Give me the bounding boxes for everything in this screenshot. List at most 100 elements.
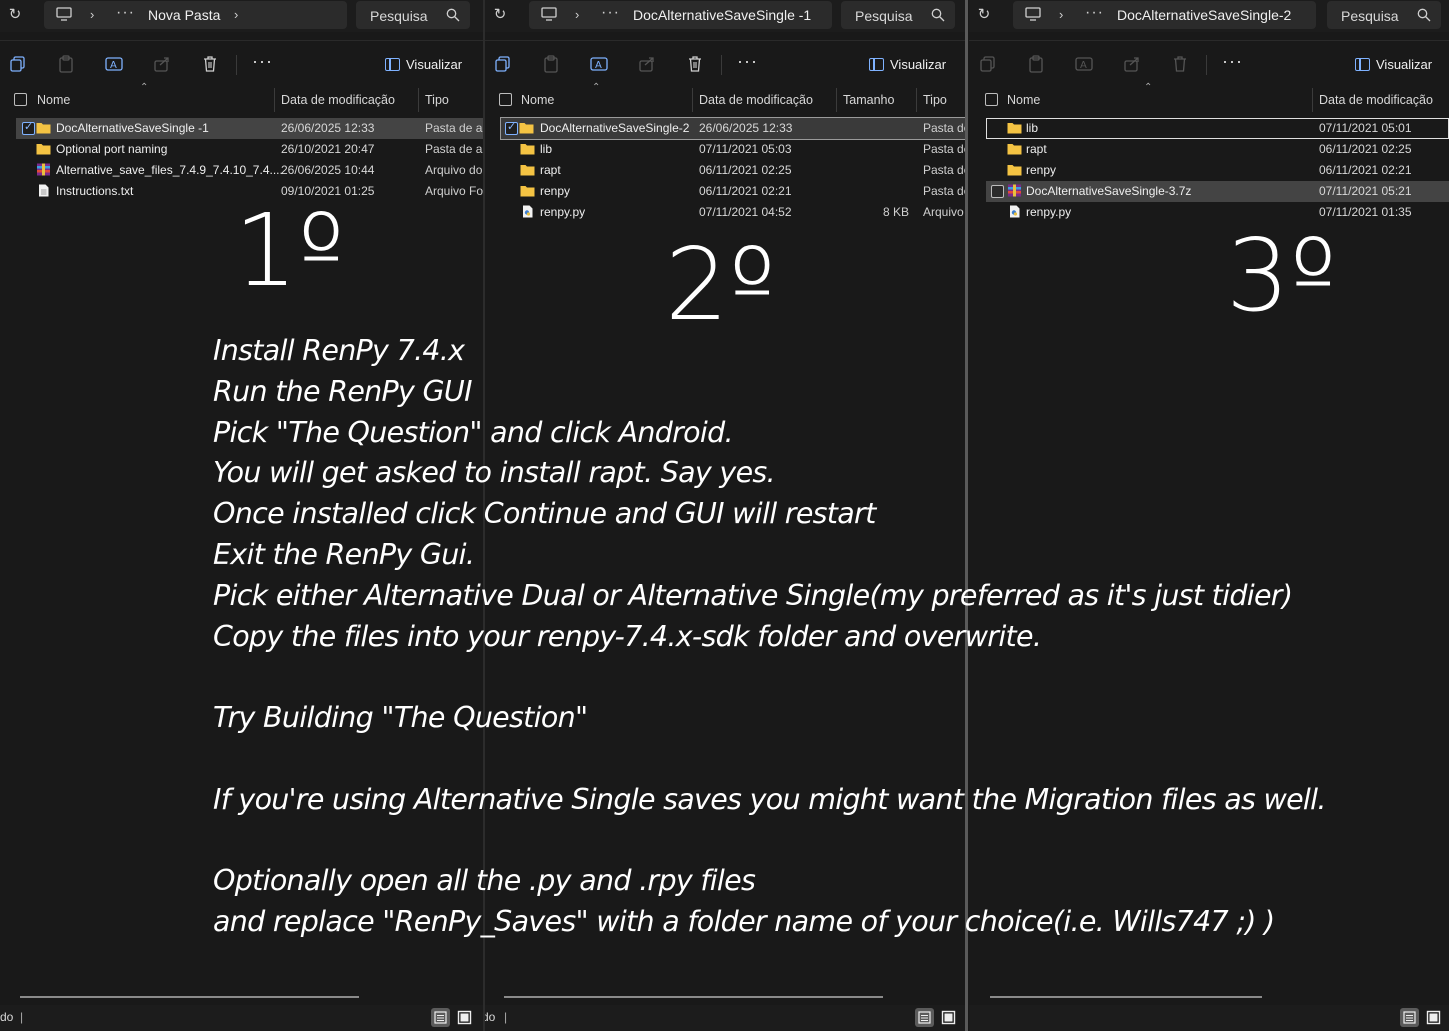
column-name[interactable]: Nome (521, 93, 554, 107)
column-date[interactable]: Data de modificação (1319, 93, 1433, 107)
step-label: 3º (1226, 217, 1337, 334)
copy-icon[interactable] (494, 55, 512, 73)
list-item[interactable]: Optional port naming 26/10/2021 20:47 Pa… (0, 139, 483, 160)
more-options-icon[interactable]: ··· (252, 51, 273, 72)
more-options-icon[interactable]: ··· (1222, 51, 1243, 72)
horizontal-scrollbar[interactable] (990, 996, 1262, 998)
search-placeholder: Pesquisa (1341, 8, 1399, 24)
file-name: DocAlternativeSaveSingle -1 (56, 121, 209, 135)
horizontal-scrollbar[interactable] (20, 996, 359, 998)
refresh-icon[interactable]: ↻ (6, 6, 24, 24)
list-item[interactable]: lib 07/11/2021 05:01 (986, 118, 1449, 139)
rename-icon[interactable]: A (105, 55, 123, 73)
refresh-icon[interactable]: ↻ (975, 6, 993, 24)
file-date: 06/11/2021 02:21 (1319, 163, 1412, 177)
file-type: Arquivo (923, 205, 964, 219)
breadcrumb[interactable]: Nova Pasta (148, 7, 220, 23)
details-view-icon[interactable] (1400, 1008, 1419, 1027)
address-bar[interactable]: › ··· DocAlternativeSaveSingle-2 (1013, 1, 1316, 29)
file-name: DocAlternativeSaveSingle-3.7z (1026, 184, 1192, 198)
explorer-pane-3: ↻ › ··· DocAlternativeSaveSingle-2 Pesqu… (969, 0, 1449, 1031)
list-item[interactable]: renpy 06/11/2021 02:21 Pasta de (485, 181, 965, 202)
paste-icon[interactable] (542, 55, 560, 73)
column-name[interactable]: Nome (1007, 93, 1040, 107)
list-item[interactable]: lib 07/11/2021 05:03 Pasta de (485, 139, 965, 160)
view-button[interactable]: Visualizar (385, 57, 462, 72)
view-label: Visualizar (406, 57, 463, 72)
status-bar: do | (0, 1005, 483, 1031)
status-text: do (485, 1010, 496, 1024)
breadcrumb[interactable]: DocAlternativeSaveSingle -1 (633, 7, 811, 23)
toolbar-divider (721, 55, 722, 75)
more-options-icon[interactable]: ··· (737, 51, 758, 72)
more-path-icon[interactable]: ··· (1085, 4, 1104, 22)
column-type[interactable]: Tipo (425, 93, 449, 107)
row-checkbox[interactable] (22, 120, 35, 135)
column-name[interactable]: Nome (37, 93, 70, 107)
file-type: Pasta de (923, 121, 965, 135)
view-button[interactable]: Visualizar (869, 57, 946, 72)
status-bar (969, 1005, 1449, 1031)
file-name: renpy.py (1026, 205, 1072, 219)
search-input[interactable]: Pesquisa (841, 1, 955, 29)
search-input[interactable]: Pesquisa (356, 1, 470, 29)
address-row: ↻ › ··· DocAlternativeSaveSingle-2 Pesqu… (969, 0, 1449, 32)
address-bar[interactable]: › ··· DocAlternativeSaveSingle -1 (529, 1, 832, 29)
column-size[interactable]: Tamanho (843, 93, 894, 107)
horizontal-scrollbar[interactable] (504, 996, 883, 998)
view-button[interactable]: Visualizar (1355, 57, 1432, 72)
list-item[interactable]: DocAlternativeSaveSingle-3.7z 07/11/2021… (986, 181, 1449, 202)
share-icon[interactable] (1123, 55, 1141, 73)
row-checkbox[interactable] (505, 120, 518, 135)
copy-icon[interactable] (979, 55, 997, 73)
column-divider[interactable] (692, 88, 693, 112)
copy-icon[interactable] (9, 55, 27, 73)
pane-divider[interactable] (965, 0, 968, 1031)
column-date[interactable]: Data de modificação (699, 93, 813, 107)
delete-icon[interactable] (201, 55, 219, 73)
tiles-view-icon[interactable] (455, 1008, 474, 1027)
delete-icon[interactable] (1171, 55, 1189, 73)
column-divider[interactable] (1312, 88, 1313, 112)
list-item[interactable]: rapt 06/11/2021 02:25 Pasta de (485, 160, 965, 181)
select-all-checkbox[interactable] (985, 93, 998, 106)
select-all-checkbox[interactable] (499, 93, 512, 106)
list-item[interactable]: rapt 06/11/2021 02:25 (969, 139, 1449, 160)
more-path-icon[interactable]: ··· (116, 4, 135, 22)
rename-icon[interactable]: A (590, 55, 608, 73)
paste-icon[interactable] (57, 55, 75, 73)
select-all-checkbox[interactable] (14, 93, 27, 106)
list-item[interactable]: Alternative_save_files_7.4.9_7.4.10_7.4.… (0, 160, 483, 181)
svg-text:A: A (595, 60, 602, 71)
list-item[interactable]: DocAlternativeSaveSingle-2 26/06/2025 12… (500, 117, 965, 140)
details-view-icon[interactable] (431, 1008, 450, 1027)
refresh-icon[interactable]: ↻ (491, 6, 509, 24)
list-item[interactable]: renpy 06/11/2021 02:21 (969, 160, 1449, 181)
rename-icon[interactable]: A (1075, 55, 1093, 73)
address-row: ↻ › ··· DocAlternativeSaveSingle -1 Pesq… (485, 0, 965, 32)
column-divider[interactable] (418, 88, 419, 112)
delete-icon[interactable] (686, 55, 704, 73)
column-divider[interactable] (836, 88, 837, 112)
sort-up-icon: ⌃ (1144, 82, 1153, 93)
tiles-view-icon[interactable] (1424, 1008, 1443, 1027)
share-icon[interactable] (638, 55, 656, 73)
column-type[interactable]: Tipo (923, 93, 947, 107)
row-checkbox[interactable] (991, 185, 1004, 198)
column-divider[interactable] (274, 88, 275, 112)
list-item[interactable]: DocAlternativeSaveSingle -1 26/06/2025 1… (16, 118, 483, 139)
details-view-icon[interactable] (915, 1008, 934, 1027)
address-bar[interactable]: › ··· Nova Pasta › (44, 1, 347, 29)
share-icon[interactable] (153, 55, 171, 73)
list-item[interactable]: renpy.py 07/11/2021 01:35 (969, 202, 1449, 223)
breadcrumb[interactable]: DocAlternativeSaveSingle-2 (1117, 7, 1291, 23)
column-divider[interactable] (916, 88, 917, 112)
file-name: DocAlternativeSaveSingle-2 (540, 121, 690, 135)
column-date[interactable]: Data de modificação (281, 93, 395, 107)
paste-icon[interactable] (1027, 55, 1045, 73)
tiles-view-icon[interactable] (939, 1008, 958, 1027)
search-input[interactable]: Pesquisa (1327, 1, 1441, 29)
chevron-right-icon[interactable]: › (234, 7, 238, 22)
svg-text:A: A (110, 60, 117, 71)
more-path-icon[interactable]: ··· (601, 4, 620, 22)
